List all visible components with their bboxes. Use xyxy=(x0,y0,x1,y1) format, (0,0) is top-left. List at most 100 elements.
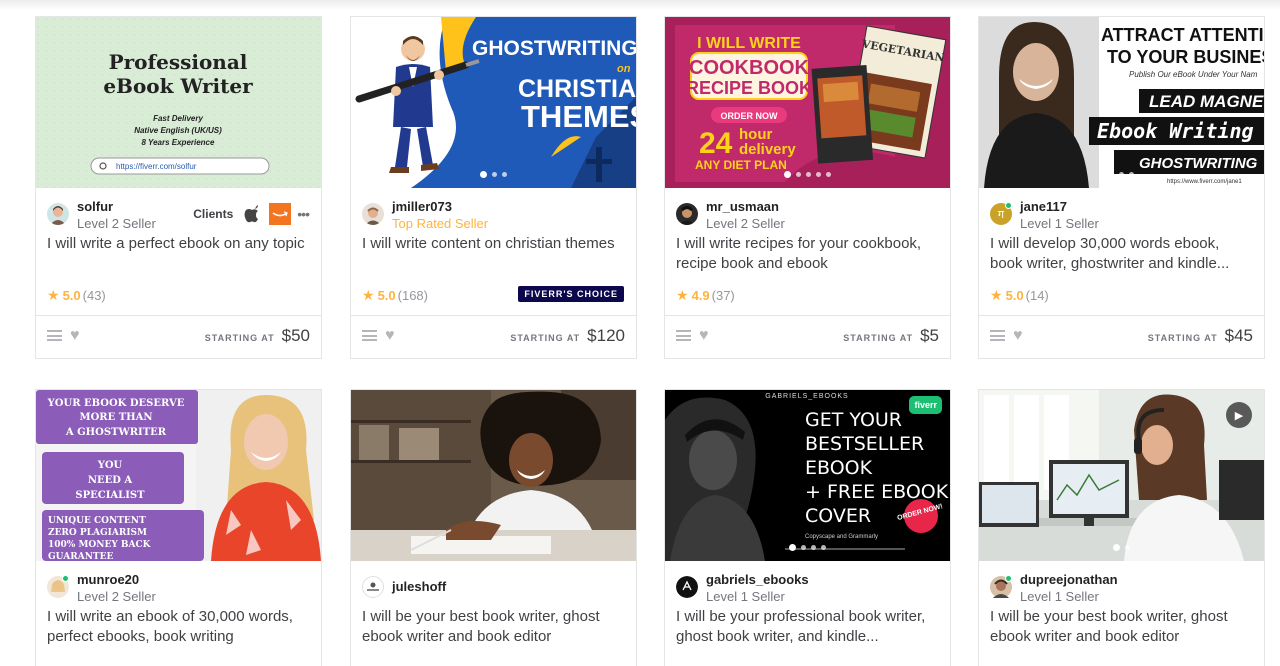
gig-rating: ★ 5.0 (14) xyxy=(979,280,1264,310)
seller-avatar[interactable] xyxy=(676,576,698,598)
thumb-l2: BESTSELLER xyxy=(805,433,924,455)
thumb-l5: COVER xyxy=(805,505,871,527)
thumb-line-1: ATTRACT ATTENTIO xyxy=(1101,25,1264,45)
seller-name[interactable]: juleshoff xyxy=(392,578,446,595)
carousel-dots[interactable] xyxy=(665,171,950,178)
thumb-line-2: TO YOUR BUSINES xyxy=(1107,47,1264,67)
thumb-word-1: GHOSTWRITING xyxy=(472,37,636,60)
online-indicator xyxy=(1005,202,1012,209)
thumb-line-3: RECIPE BOOK xyxy=(686,78,812,98)
star-icon: ★ xyxy=(47,286,60,303)
seller-avatar[interactable] xyxy=(362,576,384,598)
gig-title[interactable]: I will write a perfect ebook on any topi… xyxy=(36,234,321,278)
heart-icon[interactable]: ♥ xyxy=(385,327,395,345)
seller-avatar[interactable] xyxy=(47,575,69,598)
gig-card[interactable]: Professional eBook Writer Fast Delivery … xyxy=(35,16,322,359)
seller-level: Level 2 Seller xyxy=(706,216,785,231)
rating-count: (168) xyxy=(397,287,428,303)
collections-menu-icon[interactable] xyxy=(362,330,377,341)
collections-menu-icon[interactable] xyxy=(676,330,691,341)
thumb-ebook: Ebook Writing xyxy=(1097,119,1254,143)
gig-title[interactable]: I will write an ebook of 30,000 words, p… xyxy=(36,607,321,651)
svg-text:ग: ग xyxy=(998,208,1005,221)
gig-card[interactable]: ▶ dupreejonathan Level 1 Seller I will b… xyxy=(978,389,1265,666)
gig-title[interactable]: I will be your best book writer, ghost e… xyxy=(351,607,636,651)
price-amount: $5 xyxy=(920,325,939,345)
clients-label: Clients xyxy=(193,207,234,221)
gig-thumbnail[interactable]: ▶ xyxy=(979,390,1264,561)
gig-price[interactable]: STARTING AT $45 xyxy=(1148,326,1253,346)
seller-avatar[interactable] xyxy=(47,203,69,225)
thumb-word-4: THEMES xyxy=(521,99,636,134)
thumb-b3c: 100% MONEY BACK xyxy=(48,540,152,550)
gig-price[interactable]: STARTING AT $50 xyxy=(205,326,310,346)
gig-card[interactable]: GABRIELS_EBOOKS GET YOUR BESTSELLER EBOO… xyxy=(664,389,951,666)
carousel-dots[interactable] xyxy=(979,171,1264,178)
gig-thumbnail[interactable]: ATTRACT ATTENTIO TO YOUR BUSINES Publish… xyxy=(979,17,1264,188)
carousel-dots[interactable] xyxy=(351,171,636,178)
more-icon[interactable]: ••• xyxy=(297,206,310,222)
thumb-l1: GET YOUR xyxy=(805,409,902,431)
thumb-l4: + FREE EBOOK xyxy=(805,481,949,503)
seller-name[interactable]: mr_usmaan xyxy=(706,198,785,215)
gig-thumbnail[interactable] xyxy=(351,390,636,561)
star-icon: ★ xyxy=(990,286,1003,303)
thumb-order-now: ORDER NOW xyxy=(721,111,779,121)
gig-thumbnail[interactable]: Professional eBook Writer Fast Delivery … xyxy=(36,17,321,188)
seller-info: munroe20 Level 2 Seller xyxy=(36,561,321,607)
thumb-b2b: NEED A xyxy=(88,475,133,486)
seller-name[interactable]: jmiller073 xyxy=(392,198,488,215)
gig-rating: ★ 4.9 (37) xyxy=(665,280,950,310)
play-icon[interactable]: ▶ xyxy=(1226,402,1252,428)
seller-level: Level 1 Seller xyxy=(1020,589,1099,604)
collections-menu-icon[interactable] xyxy=(47,330,62,341)
gig-thumbnail[interactable]: GABRIELS_EBOOKS GET YOUR BESTSELLER EBOO… xyxy=(665,390,950,561)
gig-card[interactable]: GHOSTWRITING on CHRISTIAN THEMES xyxy=(350,16,637,359)
seller-name[interactable]: gabriels_ebooks xyxy=(706,571,809,588)
heart-icon[interactable]: ♥ xyxy=(699,327,709,345)
gig-title[interactable]: I will write content on christian themes xyxy=(351,234,636,278)
thumb-num: 24 xyxy=(699,127,733,160)
heart-icon[interactable]: ♥ xyxy=(1013,327,1023,345)
thumb-line-1: I WILL WRITE xyxy=(697,35,801,52)
gig-title[interactable]: I will write recipes for your cookbook, … xyxy=(665,234,950,278)
fiverr-badge: fiverr xyxy=(909,396,942,414)
gig-card[interactable]: juleshoff I will be your best book write… xyxy=(350,389,637,666)
seller-avatar[interactable] xyxy=(362,203,384,225)
gig-card[interactable]: ATTRACT ATTENTIO TO YOUR BUSINES Publish… xyxy=(978,16,1265,359)
gig-price[interactable]: STARTING AT $120 xyxy=(510,326,625,346)
seller-avatar[interactable]: ग xyxy=(990,202,1012,225)
clients-strip[interactable]: Clients ••• xyxy=(193,203,310,225)
seller-avatar[interactable] xyxy=(676,203,698,225)
seller-info: juleshoff xyxy=(351,561,636,607)
gig-title[interactable]: I will be your best book writer, ghost e… xyxy=(979,607,1264,651)
gig-price[interactable]: STARTING AT $5 xyxy=(843,326,939,346)
rating-count: (43) xyxy=(82,287,106,303)
gig-thumbnail[interactable]: GHOSTWRITING on CHRISTIAN THEMES xyxy=(351,17,636,188)
seller-name[interactable]: dupreejonathan xyxy=(1020,571,1118,588)
starting-at-label: STARTING AT xyxy=(204,332,275,343)
thumb-sub: Publish Our eBook Under Your Nam xyxy=(1129,70,1258,79)
thumb-b1a: YOUR EBOOK DESERVE xyxy=(47,398,185,409)
seller-level: Level 1 Seller xyxy=(706,589,785,604)
seller-avatar[interactable] xyxy=(990,575,1012,598)
rating-count: (14) xyxy=(1025,287,1049,303)
gig-title[interactable]: I will develop 30,000 words ebook, book … xyxy=(979,234,1264,278)
gig-rating: ★ 5.0 (43) xyxy=(36,280,321,310)
seller-name[interactable]: solfur xyxy=(77,198,156,215)
seller-level: Level 2 Seller xyxy=(77,216,156,231)
seller-name[interactable]: munroe20 xyxy=(77,571,156,588)
seller-name[interactable]: jane117 xyxy=(1020,198,1099,215)
collections-menu-icon[interactable] xyxy=(990,330,1005,341)
gig-thumbnail[interactable]: I WILL WRITE COOKBOOK RECIPE BOOK ORDER … xyxy=(665,17,950,188)
gig-title[interactable]: I will be your professional book writer,… xyxy=(665,607,950,651)
gig-card[interactable]: YOUR EBOOK DESERVE MORE THAN A GHOSTWRIT… xyxy=(35,389,322,666)
starting-at-label: STARTING AT xyxy=(510,332,581,343)
heart-icon[interactable]: ♥ xyxy=(70,327,80,345)
carousel-dots[interactable] xyxy=(979,544,1264,551)
seller-info: gabriels_ebooks Level 1 Seller xyxy=(665,561,950,607)
gig-thumbnail[interactable]: YOUR EBOOK DESERVE MORE THAN A GHOSTWRIT… xyxy=(36,390,321,561)
gig-card[interactable]: I WILL WRITE COOKBOOK RECIPE BOOK ORDER … xyxy=(664,16,951,359)
carousel-dots[interactable] xyxy=(665,544,950,551)
thumb-lead: LEAD MAGNE xyxy=(1149,92,1264,111)
